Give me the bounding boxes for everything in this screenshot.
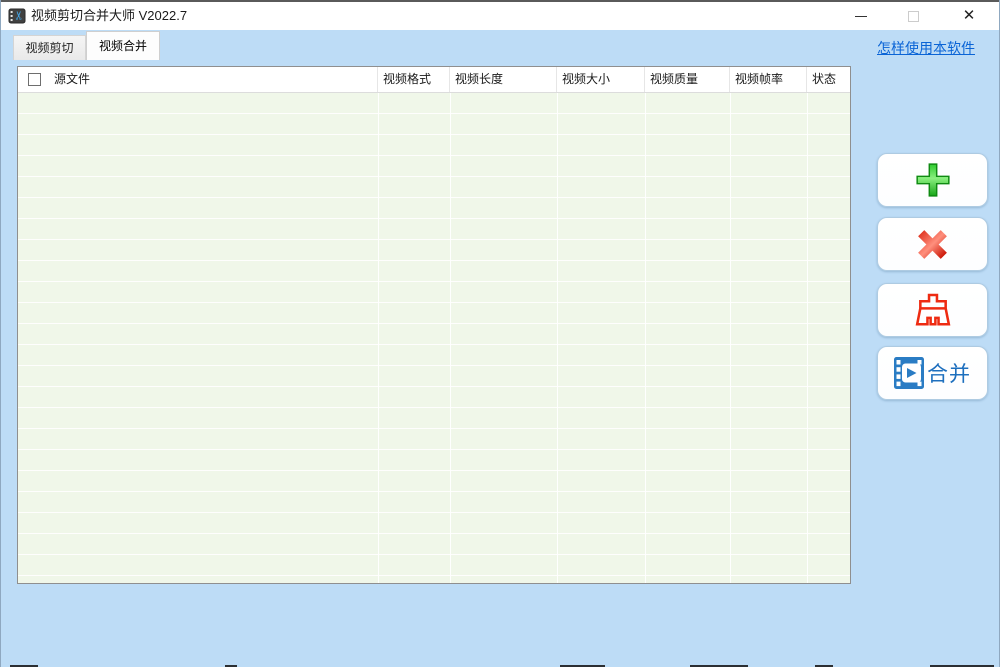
broom-icon (915, 293, 950, 326)
close-button[interactable]: ✕ (952, 2, 986, 30)
tab-video-merge[interactable]: 视频合并 (86, 31, 160, 60)
header-cell-framerate[interactable]: 视频帧率 (730, 67, 807, 92)
window-title: 视频剪切合并大师 V2022.7 (31, 8, 188, 23)
window-top-border (0, 0, 1000, 2)
remove-files-button[interactable] (877, 217, 988, 271)
merge-button[interactable]: 合并 (877, 346, 988, 400)
header-cell-source[interactable]: 源文件 (18, 67, 378, 92)
header-cell-quality[interactable]: 视频质量 (645, 67, 730, 92)
header-cell-status[interactable]: 状态 (807, 67, 850, 92)
column-separator (730, 93, 731, 583)
x-icon (918, 229, 947, 259)
window-left-border (0, 0, 1, 667)
help-link[interactable]: 怎样使用本软件 (877, 38, 975, 58)
filmstrip-play-icon (894, 357, 924, 389)
table-header: 源文件 视频格式 视频长度 视频大小 视频质量 视频帧率 状态 (18, 67, 850, 93)
maximize-button[interactable] (896, 2, 930, 30)
merge-button-label: 合并 (927, 363, 971, 386)
file-table: 源文件 视频格式 视频长度 视频大小 视频质量 视频帧率 状态 (17, 66, 851, 584)
titlebar: ✂ 视频剪切合并大师 V2022.7 ✕ (0, 2, 1000, 30)
table-body (18, 93, 850, 583)
header-cell-length[interactable]: 视频长度 (450, 67, 557, 92)
clear-list-button[interactable] (877, 283, 988, 337)
column-separator (378, 93, 379, 583)
close-icon: ✕ (962, 7, 976, 24)
header-cell-format[interactable]: 视频格式 (378, 67, 450, 92)
svg-text:✂: ✂ (12, 10, 26, 20)
tab-video-cut[interactable]: 视频剪切 (13, 35, 86, 60)
app-icon: ✂ (8, 7, 26, 25)
app-window: ✂ 视频剪切合并大师 V2022.7 ✕ 视频剪切 视频合并 怎样使用本软件 源… (0, 0, 1000, 667)
minimize-icon (855, 15, 867, 17)
plus-icon (915, 163, 950, 197)
add-files-button[interactable] (877, 153, 988, 207)
select-all-checkbox[interactable] (28, 73, 41, 86)
column-separator (807, 93, 808, 583)
maximize-icon (907, 10, 919, 22)
minimize-button[interactable] (844, 2, 878, 30)
header-cell-size[interactable]: 视频大小 (557, 67, 645, 92)
column-separator (645, 93, 646, 583)
header-label-source: 源文件 (54, 72, 91, 86)
column-separator (450, 93, 451, 583)
column-separator (557, 93, 558, 583)
